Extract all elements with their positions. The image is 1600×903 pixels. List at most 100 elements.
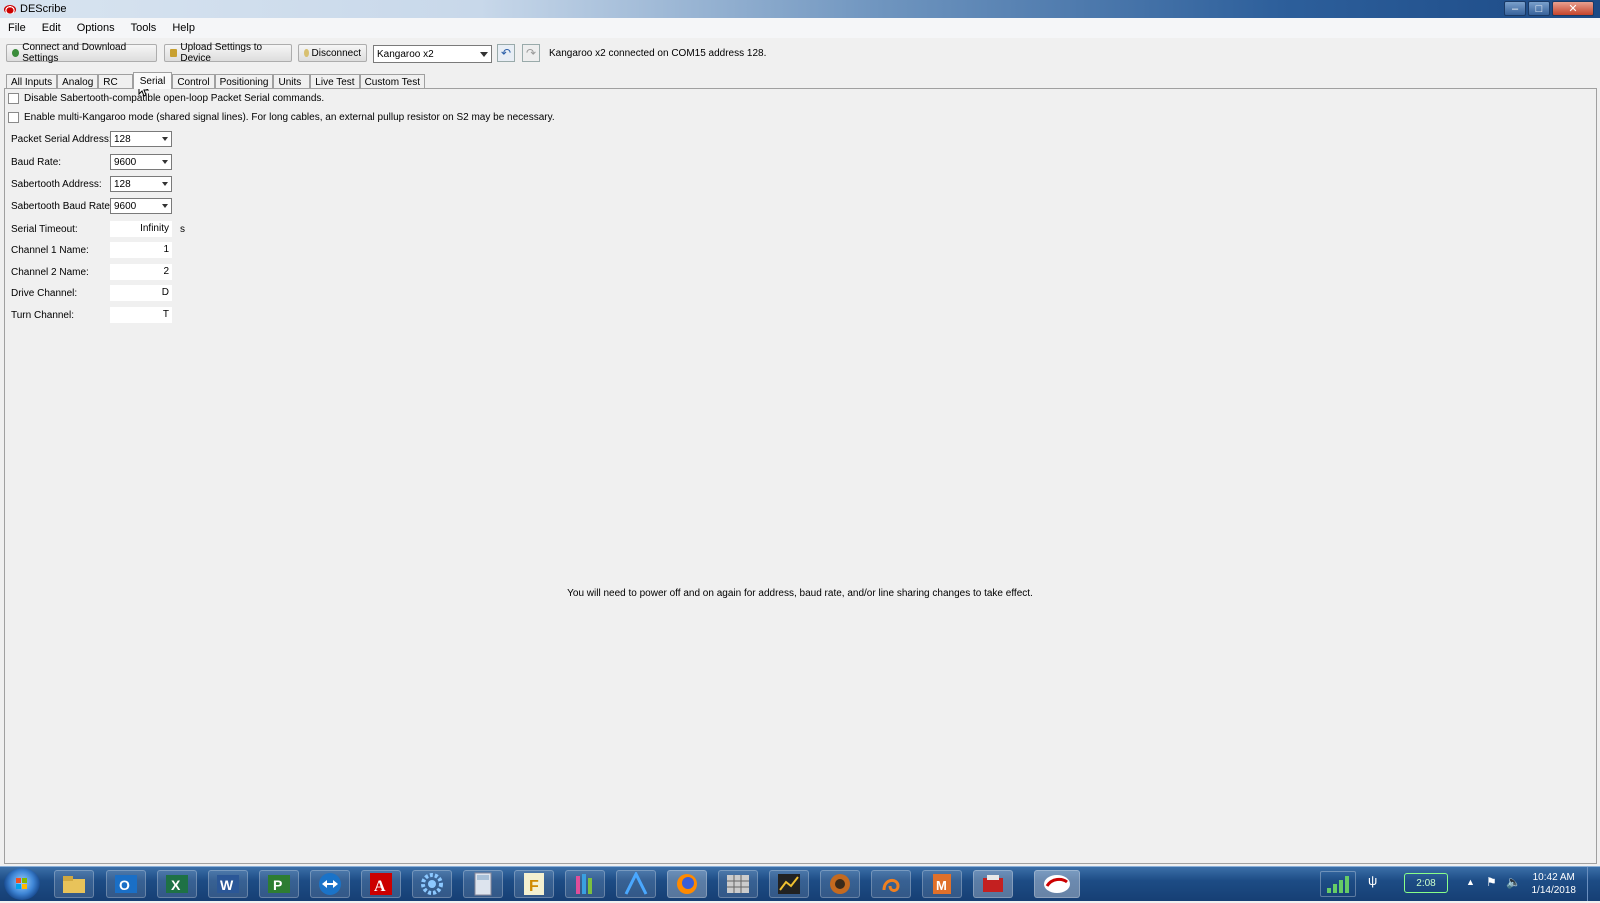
firefox-icon[interactable] [667,870,707,898]
close-button[interactable]: ✕ [1552,1,1594,16]
svg-text:M: M [936,878,947,893]
disable-packet-serial-checkbox[interactable] [8,93,19,104]
start-button[interactable] [4,868,40,900]
windows-explorer-icon[interactable] [54,870,94,898]
title-bar: DEScribe – □ ✕ [0,0,1600,18]
baud-rate-select[interactable]: 9600 [110,154,172,170]
tab-analog[interactable]: Analog [57,74,99,89]
redo-icon: ↷ [525,46,537,60]
upload-icon [170,49,178,57]
app-bars-icon[interactable] [565,870,605,898]
baud-rate-label: Baud Rate: [11,157,62,168]
windows-logo-icon [16,878,27,889]
sabertooth-baud-rate-value: 9600 [114,200,137,212]
describe-app-icon [4,4,16,14]
excel-icon[interactable]: X [157,870,197,898]
connect-download-button[interactable]: Connect and Download Settings [6,42,157,64]
system-tray: ψ 2:08 ▲ ⚑ 🔈 10:42 AM 1/14/2018 [1320,867,1600,901]
tab-control[interactable]: Control [172,74,215,89]
menu-edit[interactable]: Edit [34,22,69,34]
upload-settings-label: Upload Settings to Device [180,42,263,64]
tab-live-test[interactable]: Live Test [310,74,360,89]
acrobat-icon[interactable]: A [361,870,401,898]
describe-taskbar-icon[interactable] [1034,870,1080,898]
turn-channel-field[interactable]: T [110,307,172,323]
download-icon [12,49,20,57]
word-icon[interactable]: W [208,870,248,898]
app-m-icon[interactable]: M [922,870,962,898]
taskbar: O X W P A F M ψ 2:08 ▲ ⚑ 🔈 10:42 AM 1/14… [0,866,1600,901]
app-red-icon[interactable] [973,870,1013,898]
sabertooth-baud-rate-label: Sabertooth Baud Rate: [11,201,113,212]
channel2-name-label: Channel 2 Name: [11,267,89,278]
menu-options[interactable]: Options [69,22,123,34]
window-controls: – □ ✕ [1502,1,1594,16]
network-icon[interactable]: ψ [1368,873,1377,888]
channel2-name-field[interactable]: 2 [110,264,172,280]
packet-serial-address-select[interactable]: 128 [110,131,172,147]
minimize-button[interactable]: – [1504,1,1526,16]
action-center-flag-icon[interactable]: ⚑ [1486,875,1497,889]
disable-packet-serial-label: Disable Sabertooth-compatible open-loop … [24,93,325,104]
tab-serial[interactable]: Serial [132,72,173,89]
svg-text:O: O [119,877,130,893]
spreadsheet-app-icon[interactable] [718,870,758,898]
clock[interactable]: 10:42 AM 1/14/2018 [1532,871,1577,897]
tab-strip: All Inputs Analog RC Serial Control Posi… [6,72,425,89]
tab-units[interactable]: Units [273,74,311,89]
signal-strength-icon[interactable] [1320,871,1356,897]
packet-serial-address-label: Packet Serial Address: [11,134,112,145]
channel1-name-field[interactable]: 1 [110,242,172,258]
chevron-down-icon [162,204,168,208]
multi-kangaroo-checkbox[interactable] [8,112,19,123]
svg-text:A: A [374,878,386,895]
serial-timeout-field[interactable]: Infinity [110,221,172,237]
upload-settings-button[interactable]: Upload Settings to Device [164,42,292,64]
undo-button[interactable]: ↶ [497,44,515,62]
undo-icon: ↶ [500,46,512,60]
app-chart-icon[interactable] [769,870,809,898]
baud-rate-value: 9600 [114,156,137,168]
serial-timeout-unit: s [180,224,185,235]
device-select[interactable]: Kangaroo x2 [373,45,492,63]
menu-help[interactable]: Help [164,22,203,34]
battery-indicator[interactable]: 2:08 [1404,873,1448,893]
maximize-button[interactable]: □ [1528,1,1550,16]
show-hidden-icons-icon[interactable]: ▲ [1466,877,1475,887]
turn-channel-label: Turn Channel: [11,310,74,321]
menu-bar: File Edit Options Tools Help [0,18,1600,38]
app-swirl-icon[interactable] [871,870,911,898]
app-circle-icon[interactable] [820,870,860,898]
serial-settings-panel [4,88,1597,864]
menu-file[interactable]: File [0,22,34,34]
toolbar: Connect and Download Settings Upload Set… [0,42,1600,66]
teamviewer-icon[interactable] [310,870,350,898]
drive-channel-label: Drive Channel: [11,288,78,299]
project-icon[interactable]: P [259,870,299,898]
tab-all-inputs[interactable]: All Inputs [6,74,58,89]
menu-tools[interactable]: Tools [123,22,165,34]
outlook-icon[interactable]: O [106,870,146,898]
connection-status: Kangaroo x2 connected on COM15 address 1… [549,48,767,59]
sabertooth-address-select[interactable]: 128 [110,176,172,192]
svg-text:F: F [529,878,539,895]
tab-custom-test[interactable]: Custom Test [359,74,425,89]
disconnect-button[interactable]: Disconnect [298,44,367,62]
clock-time: 10:42 AM [1532,872,1575,883]
sabertooth-address-label: Sabertooth Address: [11,179,102,190]
restart-notice: You will need to power off and on again … [567,588,1033,599]
tab-rc[interactable]: RC [98,74,133,89]
app-f-icon[interactable]: F [514,870,554,898]
disconnect-icon [304,49,309,57]
connect-download-label: Connect and Download Settings [22,42,127,64]
svg-text:W: W [220,877,234,893]
redo-button[interactable]: ↷ [522,44,540,62]
show-desktop-button[interactable] [1587,867,1600,901]
tab-positioning[interactable]: Positioning [214,74,274,89]
volume-icon[interactable]: 🔈 [1506,875,1521,889]
sabertooth-baud-rate-select[interactable]: 9600 [110,198,172,214]
settings-gear-icon[interactable] [412,870,452,898]
app-a-icon[interactable] [616,870,656,898]
calculator-icon[interactable] [463,870,503,898]
drive-channel-field[interactable]: D [110,285,172,301]
